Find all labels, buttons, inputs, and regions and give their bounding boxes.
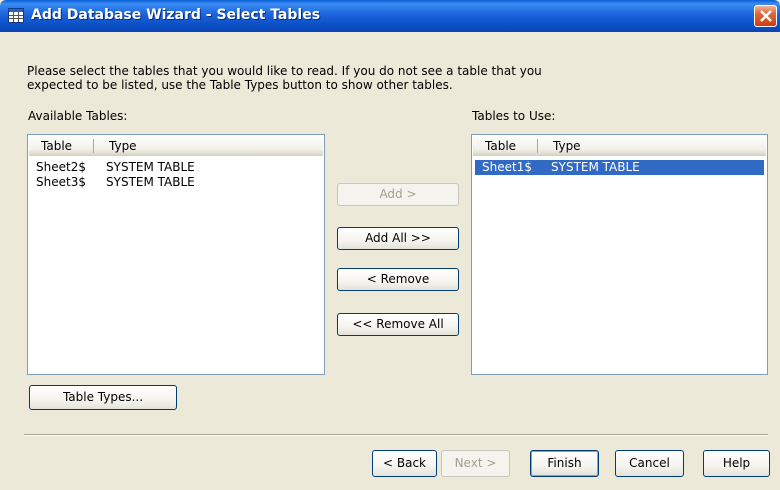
tables-to-use-label: Tables to Use: xyxy=(472,109,556,123)
cell-table: Sheet1$ xyxy=(482,160,532,174)
cell-type: SYSTEM TABLE xyxy=(106,160,195,174)
cell-type: SYSTEM TABLE xyxy=(551,160,640,174)
add-database-wizard-window: Add Database Wizard - Select Tables Plea… xyxy=(0,0,780,490)
cell-type: SYSTEM TABLE xyxy=(106,175,195,189)
available-tables-list[interactable]: Table Type Sheet2$ SYSTEM TABLE Sheet3$ … xyxy=(27,134,325,375)
column-separator[interactable] xyxy=(537,139,538,153)
list-item-selected[interactable]: Sheet1$ SYSTEM TABLE xyxy=(475,160,764,175)
table-grid-icon xyxy=(8,8,24,23)
add-button[interactable]: Add > xyxy=(337,183,459,206)
next-button[interactable]: Next > xyxy=(441,450,510,477)
remove-button[interactable]: < Remove xyxy=(337,268,459,291)
remove-all-button[interactable]: << Remove All xyxy=(337,313,459,336)
tables-to-use-list[interactable]: Table Type Sheet1$ SYSTEM TABLE xyxy=(471,134,768,375)
column-separator[interactable] xyxy=(93,139,94,153)
window-title: Add Database Wizard - Select Tables xyxy=(31,7,321,23)
list-item[interactable]: Sheet2$ SYSTEM TABLE xyxy=(30,160,195,175)
tables-to-use-header: Table Type xyxy=(473,136,766,156)
close-icon xyxy=(760,10,772,22)
column-header-type[interactable]: Type xyxy=(109,139,137,153)
available-tables-label: Available Tables: xyxy=(28,109,128,123)
instructions-text: Please select the tables that you would … xyxy=(27,64,727,92)
cancel-button[interactable]: Cancel xyxy=(615,450,684,477)
title-bar[interactable]: Add Database Wizard - Select Tables xyxy=(0,0,780,32)
table-types-button[interactable]: Table Types... xyxy=(29,385,177,410)
instructions-line-1: Please select the tables that you would … xyxy=(27,64,542,78)
available-tables-header: Table Type xyxy=(29,136,323,156)
close-button[interactable] xyxy=(754,5,777,27)
column-header-table[interactable]: Table xyxy=(485,139,516,153)
add-all-button[interactable]: Add All >> xyxy=(337,227,459,250)
cell-table: Sheet2$ xyxy=(36,160,86,174)
column-header-table[interactable]: Table xyxy=(41,139,72,153)
instructions-line-2: expected to be listed, use the Table Typ… xyxy=(27,78,453,92)
footer-divider xyxy=(24,434,768,436)
cell-table: Sheet3$ xyxy=(36,175,86,189)
finish-button[interactable]: Finish xyxy=(530,450,599,477)
list-item[interactable]: Sheet3$ SYSTEM TABLE xyxy=(30,175,195,190)
column-header-type[interactable]: Type xyxy=(553,139,581,153)
back-button[interactable]: < Back xyxy=(372,450,437,477)
help-button[interactable]: Help xyxy=(703,450,770,477)
